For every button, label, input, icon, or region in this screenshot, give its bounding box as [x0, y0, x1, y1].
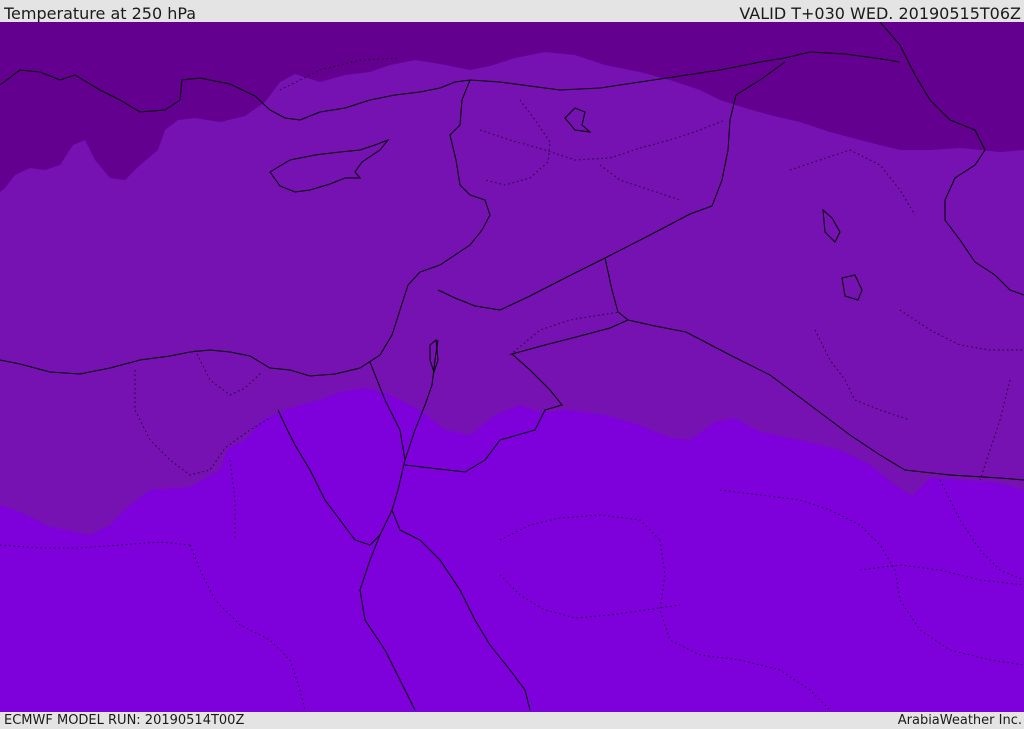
map-canvas	[0, 22, 1024, 712]
valid-time: VALID T+030 WED. 20190515T06Z	[739, 4, 1021, 23]
map-title: Temperature at 250 hPa	[4, 4, 197, 23]
weather-map[interactable]	[0, 22, 1024, 712]
footer-bar: ECMWF MODEL RUN: 20190514T00Z ArabiaWeat…	[0, 712, 1024, 729]
model-run-label: ECMWF MODEL RUN: 20190514T00Z	[4, 713, 245, 728]
header-bar: Temperature at 250 hPa VALID T+030 WED. …	[0, 0, 1024, 23]
credit-label: ArabiaWeather Inc.	[897, 713, 1022, 728]
